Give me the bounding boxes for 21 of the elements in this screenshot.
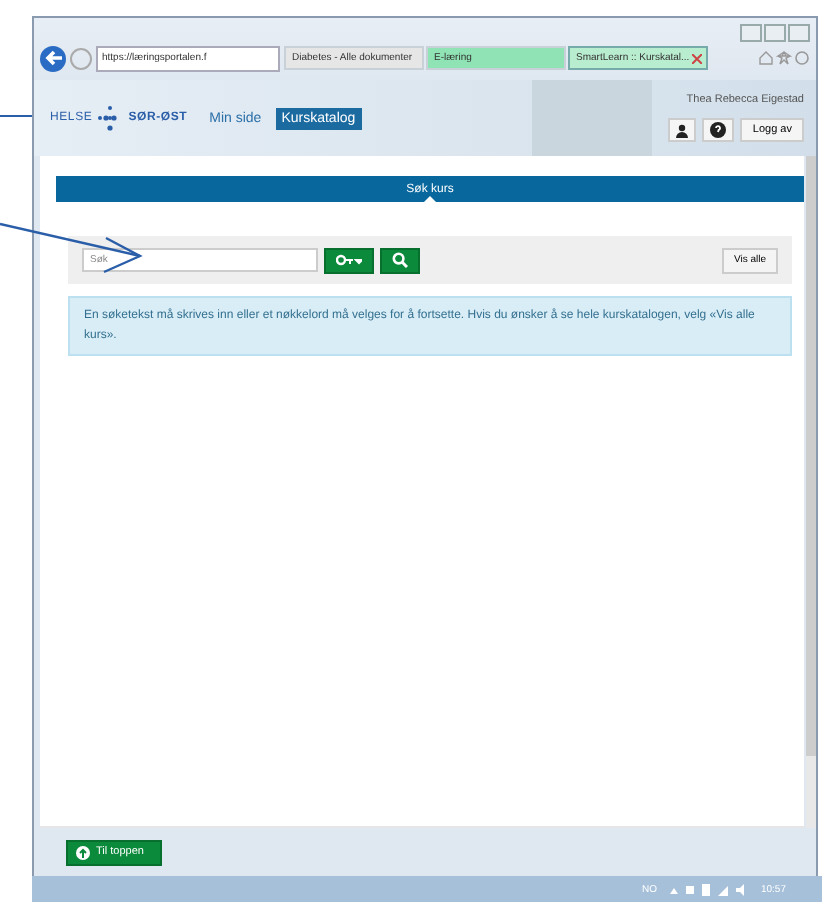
toolbar-icons[interactable] [758,50,810,66]
up-arrow-icon [76,845,90,859]
minimize-button[interactable] [740,24,762,42]
close-tab-icon[interactable] [692,53,706,63]
search-icon [392,252,408,268]
user-button[interactable] [668,118,697,142]
leader-line [0,115,33,117]
close-button[interactable] [788,24,810,42]
forward-button[interactable] [70,47,92,69]
scrollbar[interactable] [806,156,816,828]
help-button[interactable] [702,118,735,142]
search-button[interactable] [380,247,420,273]
annotation-arrow [0,222,143,274]
tray-icons[interactable] [668,883,749,895]
back-button[interactable] [40,45,66,71]
help-icon [710,122,727,138]
person-icon [676,123,689,137]
keyword-dropdown-button[interactable] [324,247,374,273]
maximize-button[interactable] [764,24,786,42]
photo-placeholder [532,80,653,156]
key-icon [336,253,362,267]
